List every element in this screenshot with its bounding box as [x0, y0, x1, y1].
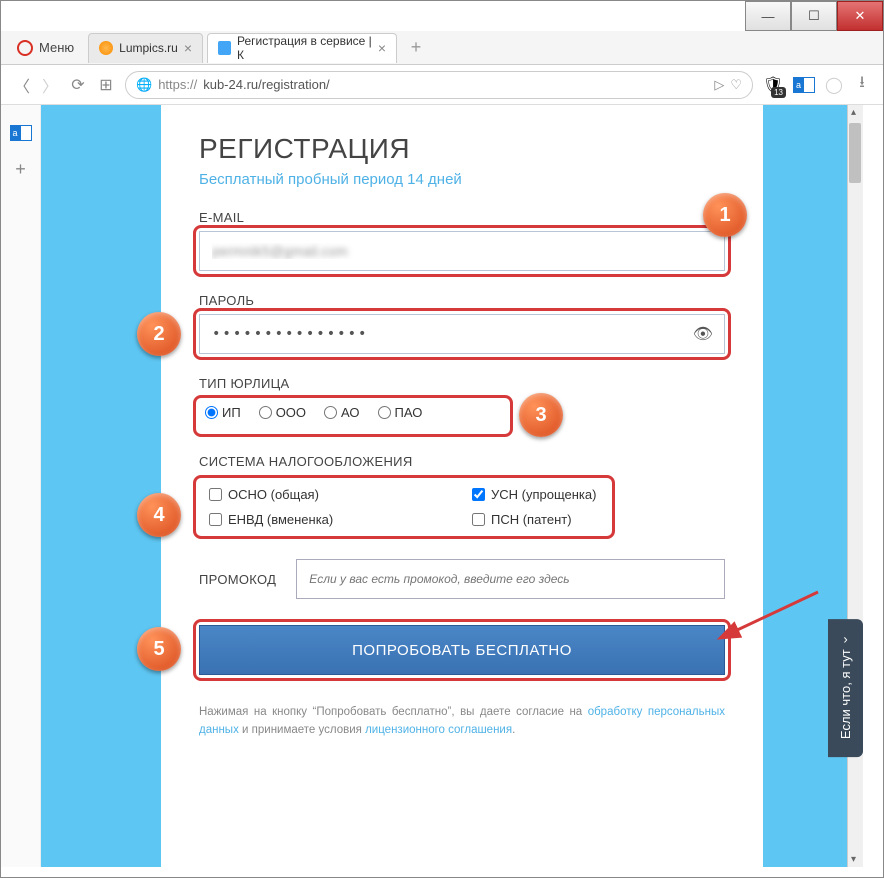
url-scheme: https:// [158, 77, 197, 92]
tab-bar: Меню Lumpics.ru × Регистрация в сервисе … [1, 31, 883, 65]
check-usn-input[interactable] [472, 488, 485, 501]
check-envd-input[interactable] [209, 513, 222, 526]
radio-pao[interactable]: ПАО [378, 405, 423, 420]
back-button[interactable]: 〈 [13, 76, 31, 94]
marker-5: 5 [137, 627, 181, 671]
forward-button[interactable]: 〉 [41, 76, 59, 94]
radio-ao[interactable]: АО [324, 405, 360, 420]
downloads-icon[interactable]: ⭳ [853, 76, 871, 94]
opera-logo-icon [17, 40, 33, 56]
email-label: E-MAIL [199, 210, 725, 225]
marker-2: 2 [137, 312, 181, 356]
radio-ip[interactable]: ИП [205, 405, 241, 420]
password-label: ПАРОЛЬ [199, 293, 725, 308]
speed-dial-button[interactable]: ⊞ [97, 76, 115, 94]
email-input[interactable] [199, 231, 725, 271]
tab-close-icon[interactable]: × [378, 40, 386, 56]
marker-4: 4 [137, 493, 181, 537]
tab-title: Регистрация в сервисе | К [237, 34, 372, 62]
reload-button[interactable]: ⟳ [69, 76, 87, 94]
entity-radio-group: ИП ООО АО ПАО [199, 397, 725, 428]
sidebar-translate-icon[interactable]: a [10, 125, 32, 141]
minimize-button[interactable]: — [745, 1, 791, 31]
adblock-icon[interactable]: 🛡13 [763, 75, 783, 95]
globe-icon: 🌐 [136, 77, 152, 93]
maximize-button[interactable]: ☐ [791, 1, 837, 31]
marker-3: 3 [519, 393, 563, 437]
promo-label: ПРОМОКОД [199, 572, 276, 587]
check-osno[interactable]: ОСНО (общая) [209, 487, 452, 502]
scrollbar-thumb[interactable] [849, 123, 861, 183]
bookmark-icon[interactable]: ♡ [730, 77, 742, 93]
vpn-icon[interactable]: ▷ [714, 77, 724, 93]
radio-ip-input[interactable] [205, 406, 218, 419]
tax-checkbox-group: ОСНО (общая) УСН (упрощенка) ЕНВД (вмене… [199, 475, 725, 539]
eye-icon[interactable]: 👁 [693, 324, 713, 344]
check-psn[interactable]: ПСН (патент) [472, 512, 715, 527]
check-envd[interactable]: ЕНВД (вмененка) [209, 512, 452, 527]
url-field[interactable]: 🌐 https:// kub-24.ru/registration/ ▷ ♡ [125, 71, 753, 99]
page-title: РЕГИСТРАЦИЯ [199, 133, 725, 165]
tab-title: Lumpics.ru [119, 41, 178, 55]
check-psn-input[interactable] [472, 513, 485, 526]
legal-text: Нажимая на кнопку “Попробовать бесплатно… [199, 703, 725, 740]
new-tab-button[interactable]: + [403, 35, 429, 61]
address-bar: 〈 〉 ⟳ ⊞ 🌐 https:// kub-24.ru/registration… [1, 65, 883, 105]
close-button[interactable]: ✕ [837, 1, 883, 31]
opera-menu-label: Меню [39, 40, 74, 55]
scroll-up-icon[interactable]: ▴ [851, 107, 856, 118]
password-input[interactable] [199, 314, 725, 354]
marker-1: 1 [703, 193, 747, 237]
check-osno-input[interactable] [209, 488, 222, 501]
submit-button[interactable]: ПОПРОБОВАТЬ БЕСПЛАТНО [199, 625, 725, 675]
translate-icon[interactable]: a [793, 77, 815, 93]
radio-ao-input[interactable] [324, 406, 337, 419]
lumpics-favicon-icon [99, 41, 113, 55]
window-controls: — ☐ ✕ [745, 1, 883, 31]
check-usn[interactable]: УСН (упрощенка) [472, 487, 715, 502]
browser-sidebar: a + [1, 105, 41, 867]
entity-type-label: ТИП ЮРЛИЦА [199, 376, 725, 391]
profile-icon[interactable]: ◯ [825, 76, 843, 94]
legal-link-license[interactable]: лицензионного соглашения [365, 724, 512, 736]
scroll-down-icon[interactable]: ▾ [851, 854, 856, 865]
radio-ooo[interactable]: ООО [259, 405, 306, 420]
kub-favicon-icon [218, 41, 231, 55]
chevron-icon: › [843, 632, 847, 647]
tab-lumpics[interactable]: Lumpics.ru × [88, 33, 203, 63]
sidebar-add-button[interactable]: + [11, 159, 31, 179]
promo-row: ПРОМОКОД [199, 559, 725, 599]
page-subtitle: Бесплатный пробный период 14 дней [199, 171, 725, 188]
promo-input[interactable] [296, 559, 725, 599]
registration-page: РЕГИСТРАЦИЯ Бесплатный пробный период 14… [161, 105, 763, 867]
radio-pao-input[interactable] [378, 406, 391, 419]
adblock-count: 13 [771, 87, 786, 98]
tax-system-label: СИСТЕМА НАЛОГООБЛОЖЕНИЯ [199, 454, 725, 469]
page-viewport: ▴ ▾ РЕГИСТРАЦИЯ Бесплатный пробный перио… [41, 105, 863, 867]
opera-menu-button[interactable]: Меню [7, 36, 84, 60]
help-tab[interactable]: Если что, я тут › [828, 619, 863, 757]
tab-close-icon[interactable]: × [184, 40, 192, 56]
url-path: kub-24.ru/registration/ [203, 77, 329, 92]
radio-ooo-input[interactable] [259, 406, 272, 419]
help-label: Если что, я тут [838, 649, 853, 739]
tab-registration[interactable]: Регистрация в сервисе | К × [207, 33, 397, 63]
annotation-arrow-icon [713, 587, 823, 647]
